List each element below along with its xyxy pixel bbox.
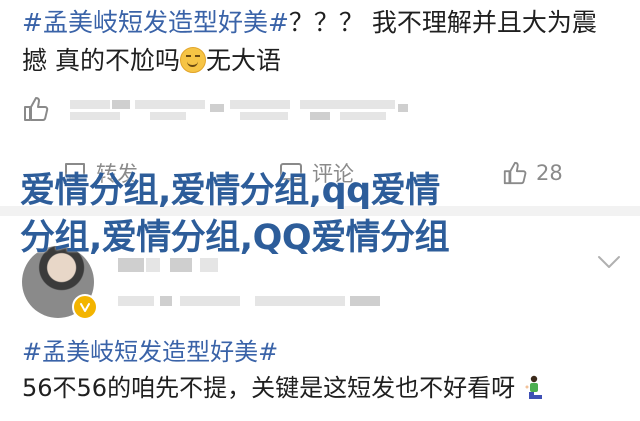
post2-hashtag-line: #孟美岐短发造型好美# bbox=[22, 335, 278, 369]
hashtag-link[interactable]: #孟美岐短发造型好美# bbox=[22, 338, 278, 366]
post-text-segment: 无大语 bbox=[205, 46, 281, 75]
thumbs-up-icon[interactable] bbox=[22, 95, 50, 123]
smirking-face-emoji-icon bbox=[179, 47, 206, 73]
post-text-segment: ？？？ 我不理解并且大为震 bbox=[288, 8, 597, 37]
post-text-line1: #孟美岐短发造型好美#？？？ 我不理解并且大为震 bbox=[22, 6, 597, 40]
post-text-line2: 撼 真的不尬吗 无大语 bbox=[22, 44, 281, 78]
person-kneeling-emoji-icon bbox=[523, 375, 545, 401]
overlay-title-line2: 分组,爱情分组,QQ爱情分组 bbox=[20, 218, 450, 258]
post2-text: 56不56的咱先不提，关键是这短发也不好看呀 bbox=[22, 374, 516, 402]
verified-badge-icon bbox=[72, 294, 98, 320]
overlay-title: 爱情分组,爱情分组,qq爱情 分组,爱情分组,QQ爱情分组 bbox=[20, 168, 620, 262]
post-text-segment: 撼 真的不尬吗 bbox=[22, 46, 180, 75]
post2-text-line: 56不56的咱先不提，关键是这短发也不好看呀 bbox=[22, 371, 545, 405]
overlay-title-line1: 爱情分组,爱情分组,qq爱情 bbox=[20, 171, 440, 211]
hashtag-link[interactable]: #孟美岐短发造型好美# bbox=[22, 8, 289, 37]
